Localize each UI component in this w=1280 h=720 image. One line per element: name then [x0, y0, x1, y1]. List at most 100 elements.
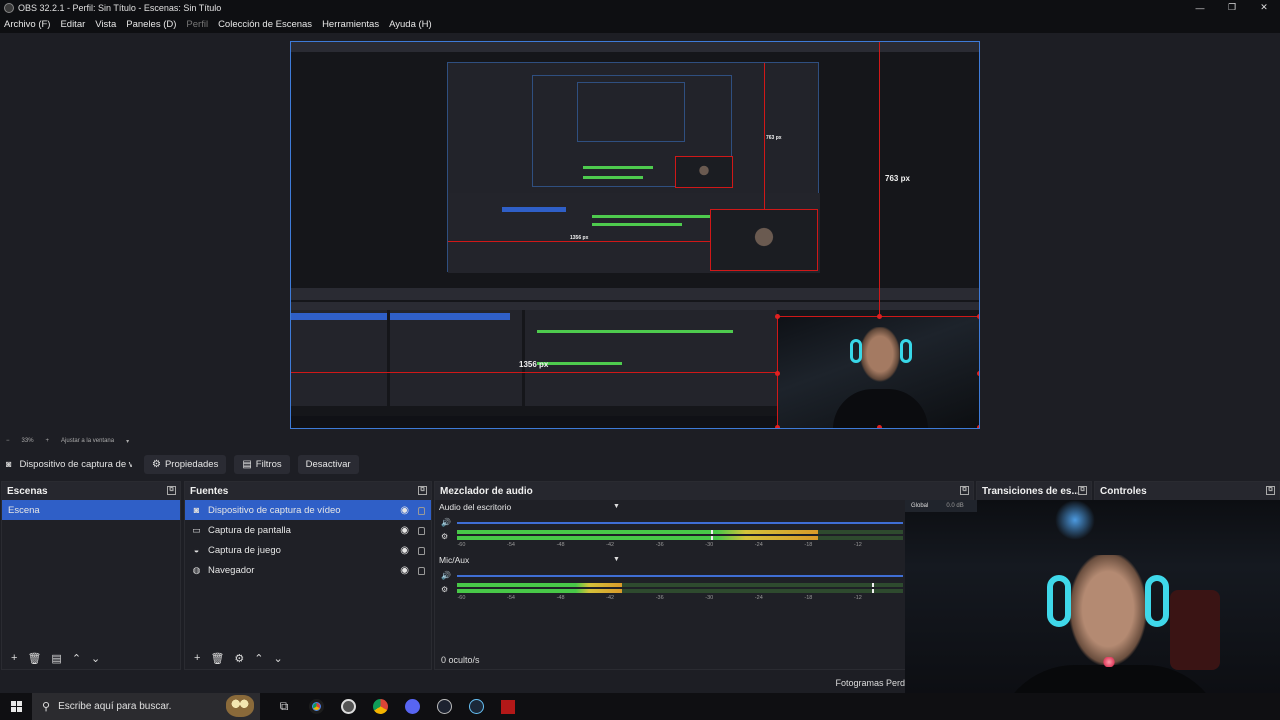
camera-icon: ◙: [193, 505, 200, 515]
nested-selected-source: [502, 207, 566, 212]
meter-tick-label: -36: [655, 595, 664, 601]
eye-icon[interactable]: ◉: [400, 505, 409, 516]
resize-handle[interactable]: [775, 314, 780, 319]
add-icon[interactable]: +: [194, 652, 200, 664]
undock-icon[interactable]: ⧉: [1266, 486, 1275, 495]
filter-icon: ▤: [242, 458, 252, 470]
menu-archivo[interactable]: Archivo (F): [4, 19, 50, 30]
chevron-down-icon[interactable]: ▾: [126, 438, 129, 445]
channel-name: Audio del escritorio: [439, 502, 512, 512]
lock-icon[interactable]: [418, 547, 425, 555]
channel-menu-icon[interactable]: ▼: [613, 503, 620, 510]
settings-icon[interactable]: ⚙: [441, 585, 448, 594]
steam-icon[interactable]: [460, 699, 492, 714]
nested-preview-level-3: [532, 75, 733, 188]
zoom-level[interactable]: 33%: [22, 438, 34, 444]
windows-start-button[interactable]: [0, 701, 32, 712]
volume-slider[interactable]: [457, 575, 903, 577]
deactivate-button[interactable]: Desactivar: [297, 454, 359, 474]
menu-paneles[interactable]: Paneles (D): [126, 19, 176, 30]
volume-slider[interactable]: [457, 522, 903, 524]
speaker-icon[interactable]: 🔊: [441, 571, 451, 580]
source-item[interactable]: ▭ Captura de pantalla ◉: [185, 520, 431, 540]
trash-icon[interactable]: 🗑: [27, 652, 41, 665]
eye-icon[interactable]: ◉: [400, 545, 409, 556]
arrow-down-icon[interactable]: ⌄: [91, 652, 100, 665]
maximize-button[interactable]: ❐: [1216, 0, 1248, 15]
nested-webcam: [675, 156, 733, 188]
meter-tick-label: -54: [507, 542, 515, 548]
filter-icon[interactable]: ▤: [51, 652, 61, 665]
fit-to-window-button[interactable]: Ajustar a la ventana: [61, 438, 114, 444]
resize-handle[interactable]: [977, 425, 979, 428]
add-icon[interactable]: +: [11, 652, 17, 664]
meter-tick-label: -18: [804, 595, 813, 601]
arrow-down-icon[interactable]: ⌄: [274, 652, 283, 665]
undock-icon[interactable]: ⧉: [167, 486, 176, 495]
source-item[interactable]: ◒ Captura de juego ◉: [185, 540, 431, 560]
undock-icon[interactable]: ⧉: [1078, 486, 1087, 495]
undock-icon[interactable]: ⧉: [418, 486, 427, 495]
taskbar-search[interactable]: ⚲ Escribe aquí para buscar.: [32, 693, 260, 720]
properties-button[interactable]: ⚙ Propiedades: [144, 454, 227, 474]
close-button[interactable]: ✕: [1248, 0, 1280, 15]
task-view-icon[interactable]: ⧉: [268, 699, 300, 714]
zoom-out-icon[interactable]: −: [6, 438, 10, 444]
discord-icon[interactable]: [396, 699, 428, 714]
source-item-label: Captura de pantalla: [208, 524, 291, 536]
menu-perfil[interactable]: Perfil: [186, 19, 208, 30]
selected-source-name: ◙ Dispositivo de captura de v: [6, 459, 132, 470]
global-audio-strip: Global 0.0 dB: [905, 500, 977, 512]
webcam-source-selected[interactable]: [777, 316, 979, 428]
scenes-dock: Escenas ⧉ Escena + 🗑 ▤ ⌃ ⌄: [1, 481, 181, 670]
resize-handle[interactable]: [877, 314, 882, 319]
resize-handle[interactable]: [877, 425, 882, 428]
source-item[interactable]: ◙ Dispositivo de captura de vídeo ◉: [185, 500, 431, 520]
obs-icon[interactable]: [332, 699, 364, 714]
transitions-title: Transiciones de es...: [982, 485, 1080, 497]
gear-icon[interactable]: ⚙: [234, 652, 244, 665]
menu-bar: Archivo (F) Editar Vista Paneles (D) Per…: [0, 15, 1280, 33]
steam-shortcut-icon[interactable]: [428, 699, 460, 714]
source-item[interactable]: ◍ Navegador ◉: [185, 560, 431, 580]
speaker-icon[interactable]: 🔊: [441, 518, 451, 527]
arrow-up-icon[interactable]: ⌃: [254, 652, 263, 665]
headphone-right: [1145, 575, 1169, 627]
menu-editar[interactable]: Editar: [60, 19, 85, 30]
dota-icon[interactable]: [492, 699, 524, 714]
scene-item[interactable]: Escena: [2, 500, 180, 520]
meter-tick-label: -36: [655, 542, 664, 548]
resize-handle[interactable]: [775, 371, 780, 376]
meter-tick-label: -24: [754, 542, 763, 548]
menu-coleccion-escenas[interactable]: Colección de Escenas: [218, 19, 312, 30]
meter-tick-label: -24: [754, 595, 763, 601]
lock-icon[interactable]: [418, 507, 425, 515]
search-placeholder: Escribe aquí para buscar.: [58, 701, 172, 712]
chrome-icon[interactable]: [364, 699, 396, 714]
zoom-in-icon[interactable]: +: [46, 438, 50, 444]
webcam-overlay: [905, 500, 1280, 720]
menu-vista[interactable]: Vista: [95, 19, 116, 30]
lock-icon[interactable]: [418, 527, 425, 535]
channel-menu-icon[interactable]: ▼: [613, 556, 620, 563]
chrome-icon[interactable]: [300, 699, 332, 714]
eye-icon[interactable]: ◉: [400, 525, 409, 536]
trash-icon[interactable]: 🗑: [210, 652, 224, 665]
eye-icon[interactable]: ◉: [400, 565, 409, 576]
meter-tick-label: -30: [705, 595, 714, 601]
resize-handle[interactable]: [977, 314, 979, 319]
meter-tick-label: -12: [853, 595, 862, 601]
arrow-up-icon[interactable]: ⌃: [72, 652, 81, 665]
minimize-button[interactable]: —: [1184, 0, 1216, 15]
menu-herramientas[interactable]: Herramientas: [322, 19, 379, 30]
resize-handle[interactable]: [775, 425, 780, 428]
undock-icon[interactable]: ⧉: [960, 486, 969, 495]
settings-icon[interactable]: ⚙: [441, 532, 448, 541]
menu-ayuda[interactable]: Ayuda (H): [389, 19, 432, 30]
filters-button[interactable]: ▤ Filtros: [234, 454, 290, 474]
preview-canvas[interactable]: 763 px 1356 px 763 px 1356 px: [290, 41, 980, 429]
lock-icon[interactable]: [418, 567, 425, 575]
nested-guide-horizontal: [448, 241, 710, 242]
nested-scenes-dock: [291, 310, 387, 406]
resize-handle[interactable]: [977, 371, 979, 376]
